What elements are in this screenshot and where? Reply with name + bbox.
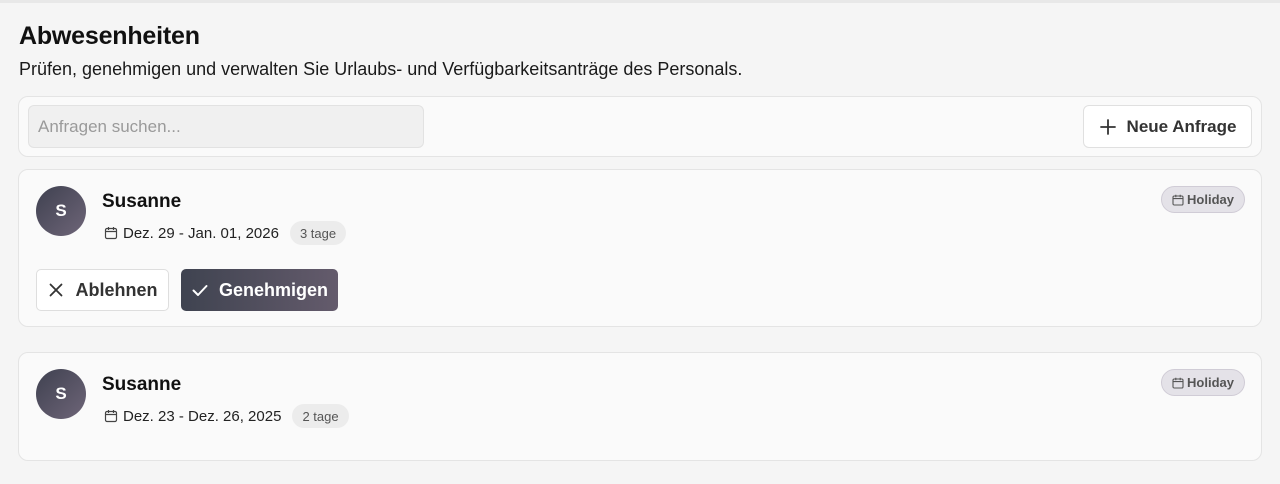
page-subtitle: Prüfen, genehmigen und verwalten Sie Url… [19,59,743,79]
request-card: S Susanne Dez. 23 - Dez. 26, 2025 2 tage… [18,352,1262,461]
avatar: S [36,186,86,236]
days-badge: 2 tage [292,404,349,428]
request-card: S Susanne Dez. 29 - Jan. 01, 2026 3 tage… [18,169,1262,327]
type-label: Holiday [1187,375,1234,390]
employee-name: Susanne [102,191,182,212]
reject-label: Ablehnen [75,279,158,300]
date-row: Dez. 29 - Jan. 01, 2026 3 tage [104,221,347,245]
new-request-label: Neue Anfrage [1126,116,1237,136]
date-range: Dez. 29 - Jan. 01, 2026 [123,224,279,242]
avatar: S [36,369,86,419]
top-divider [0,0,1280,3]
reject-button[interactable]: Ablehnen [36,269,169,311]
calendar-icon [1172,194,1184,206]
employee-name: Susanne [102,374,182,395]
plus-icon [1099,118,1117,136]
close-icon [47,281,65,299]
calendar-icon [104,226,118,240]
days-badge: 3 tage [289,221,347,245]
calendar-icon [104,409,118,423]
calendar-icon [1172,377,1184,389]
page-title: Abwesenheiten [19,22,200,50]
new-request-button[interactable]: Neue Anfrage [1083,105,1252,148]
date-range: Dez. 23 - Dez. 26, 2025 [123,407,282,425]
search-input[interactable] [28,105,424,148]
date-row: Dez. 23 - Dez. 26, 2025 2 tage [104,404,349,428]
type-badge: Holiday [1161,186,1245,213]
check-icon [191,281,209,299]
approve-label: Genehmigen [218,279,329,300]
toolbar: Neue Anfrage [18,96,1262,157]
type-label: Holiday [1187,192,1234,207]
type-badge: Holiday [1161,369,1245,396]
approve-button[interactable]: Genehmigen [181,269,338,311]
